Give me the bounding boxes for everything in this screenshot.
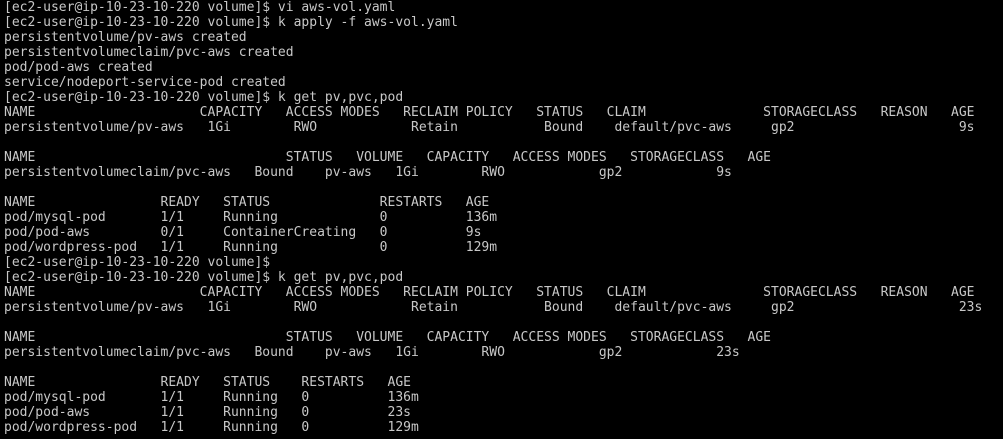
output-line: persistentvolumeclaim/pvc-aws created: [4, 45, 294, 60]
table-row: persistentvolume/pv-aws 1Gi RWO Retain B…: [4, 300, 983, 315]
prompt-line: [ec2-user@ip-10-23-10-220 volume]$ vi aw…: [4, 0, 396, 15]
table-header: NAME CAPACITY ACCESS MODES RECLAIM POLIC…: [4, 285, 975, 300]
terminal-window[interactable]: [ec2-user@ip-10-23-10-220 volume]$ vi aw…: [0, 0, 1003, 439]
table-row: persistentvolumeclaim/pvc-aws Bound pv-a…: [4, 345, 740, 360]
table-header: NAME STATUS VOLUME CAPACITY ACCESS MODES…: [4, 330, 772, 345]
table-header: NAME STATUS VOLUME CAPACITY ACCESS MODES…: [4, 150, 772, 165]
table-row: pod/wordpress-pod 1/1 Running 0 129m: [4, 420, 419, 435]
table-row: pod/pod-aws 0/1 ContainerCreating 0 9s: [4, 225, 482, 240]
table-row: persistentvolumeclaim/pvc-aws Bound pv-a…: [4, 165, 732, 180]
table-row: pod/mysql-pod 1/1 Running 0 136m: [4, 210, 498, 225]
table-header: NAME READY STATUS RESTARTS AGE: [4, 375, 411, 390]
prompt-line: [ec2-user@ip-10-23-10-220 volume]$ k get…: [4, 270, 404, 285]
prompt-line: [ec2-user@ip-10-23-10-220 volume]$: [4, 255, 271, 270]
table-header: NAME READY STATUS RESTARTS AGE: [4, 195, 490, 210]
prompt-line: [ec2-user@ip-10-23-10-220 volume]$ k app…: [4, 15, 458, 30]
table-header: NAME CAPACITY ACCESS MODES RECLAIM POLIC…: [4, 105, 975, 120]
output-line: pod/pod-aws created: [4, 60, 153, 75]
table-row: persistentvolume/pv-aws 1Gi RWO Retain B…: [4, 120, 975, 135]
table-row: pod/mysql-pod 1/1 Running 0 136m: [4, 390, 419, 405]
table-row: pod/pod-aws 1/1 Running 0 23s: [4, 405, 411, 420]
output-line: service/nodeport-service-pod created: [4, 75, 286, 90]
prompt-line: [ec2-user@ip-10-23-10-220 volume]$ k get…: [4, 90, 404, 105]
table-row: pod/wordpress-pod 1/1 Running 0 129m: [4, 240, 498, 255]
output-line: persistentvolume/pv-aws created: [4, 30, 247, 45]
